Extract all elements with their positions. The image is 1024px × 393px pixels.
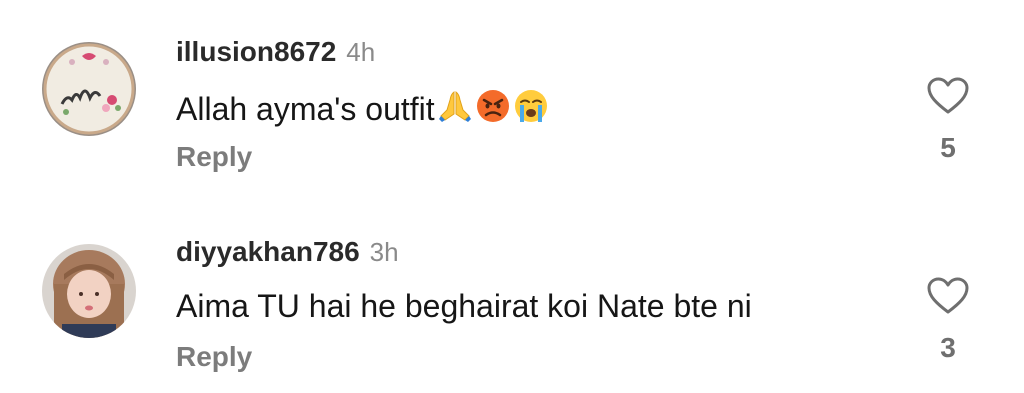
timestamp: 3h: [369, 237, 399, 267]
like-count: 5: [940, 132, 956, 163]
username[interactable]: illusion8672: [176, 36, 336, 67]
comment-text: Aima TU hai he beghairat koi Nate bte ni: [176, 288, 752, 325]
comment-text-content: Aima TU hai he beghairat koi Nate bte ni: [176, 288, 752, 324]
like-control[interactable]: 5: [920, 76, 976, 164]
reply-button[interactable]: Reply: [176, 141, 252, 173]
comment-text-content: Allah ayma's outfit: [176, 91, 435, 127]
folded-hands-emoji: [437, 88, 473, 132]
timestamp: 4h: [346, 37, 376, 67]
avatar[interactable]: [42, 42, 136, 136]
like-control[interactable]: 3: [920, 276, 976, 364]
avatar[interactable]: [42, 244, 136, 338]
comment-item: illusion8672 4h Allah ayma's outfit Repl…: [0, 0, 1024, 190]
angry-face-emoji: [475, 88, 511, 132]
comment-text: Allah ayma's outfit: [176, 88, 549, 132]
crying-face-emoji: [513, 88, 549, 132]
comment-item: diyyakhan786 3h Aima TU hai he beghairat …: [0, 200, 1024, 390]
username[interactable]: diyyakhan786: [176, 236, 360, 267]
reply-button[interactable]: Reply: [176, 341, 252, 373]
heart-icon[interactable]: [926, 76, 970, 116]
like-count: 3: [940, 332, 956, 363]
heart-icon[interactable]: [926, 276, 970, 316]
